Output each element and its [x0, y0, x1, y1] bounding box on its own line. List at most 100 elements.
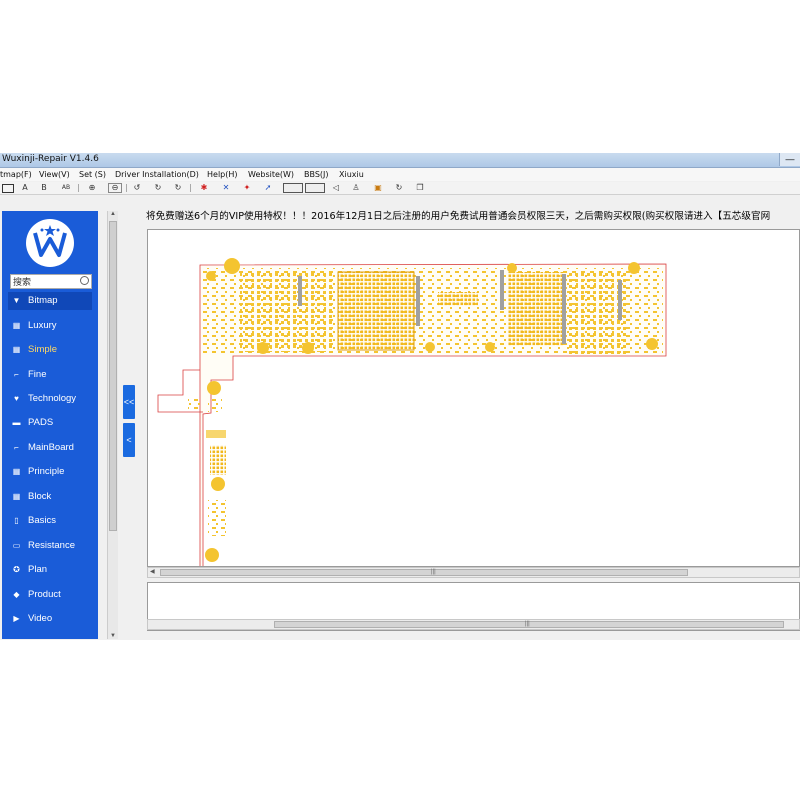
grid-icon: ▦ — [12, 321, 21, 330]
menu-help[interactable]: Help(H) — [207, 170, 238, 179]
bracket-icon: ⌐ — [14, 443, 19, 452]
heart-icon: ♥ — [14, 394, 19, 403]
app-logo — [26, 219, 74, 267]
bitmap-canvas[interactable] — [147, 229, 800, 567]
pin-icon[interactable]: ✱ — [198, 183, 210, 193]
copy-icon[interactable]: ❐ — [414, 183, 426, 193]
cube-icon: ◆ — [13, 590, 20, 599]
reload-icon[interactable]: ↻ — [393, 183, 405, 193]
menu-bar: tmap(F) View(V) Set (S) Driver Installat… — [0, 168, 800, 181]
sidebar-item-simple[interactable]: ▦ Simple — [8, 341, 92, 359]
grip-icon: ||| — [431, 569, 436, 575]
rotate-right-icon[interactable]: ↻ — [152, 183, 164, 193]
toolbar: A B AB ⊕ ⊖ ↺ ↻ ↻ ✱ ✕ ✦ ➚ ◁ ♙ ▣ ↻ ❐ — [0, 182, 800, 195]
scrollbar-thumb[interactable]: ||| — [160, 569, 688, 576]
view-toggle-2[interactable] — [305, 183, 325, 193]
phone-icon: ▯ — [14, 516, 19, 525]
search-placeholder: 搜索 — [13, 278, 32, 288]
grid-icon: ▦ — [12, 345, 21, 354]
sidebar-item-label: Block — [28, 491, 52, 502]
sidebar-item-pads[interactable]: ▬ PADS — [8, 414, 92, 432]
menu-xiuxiu[interactable]: Xiuxiu — [339, 170, 364, 179]
sidebar-item-technology[interactable]: ♥ Technology — [8, 390, 92, 408]
cross-icon[interactable]: ✕ — [220, 183, 232, 193]
zoom-out-icon[interactable]: ⊖ — [108, 183, 122, 193]
canvas-horizontal-scrollbar[interactable]: ◀ ||| — [147, 567, 800, 578]
menu-bitmap[interactable]: tmap(F) — [0, 170, 32, 179]
toolbar-separator — [78, 184, 79, 192]
vip-notice: 将免费赠送6个月的VIP使用特权！！！2016年12月1日之后注册的用户免费试用… — [146, 211, 771, 222]
search-icon[interactable] — [80, 276, 89, 285]
collapse-sidebar-button[interactable]: << — [123, 385, 135, 419]
sidebar-item-label: Resistance — [28, 540, 75, 551]
output-horizontal-scrollbar[interactable]: ||| — [147, 619, 800, 630]
text-a-button[interactable]: A — [19, 183, 31, 193]
ab-button[interactable]: AB — [60, 183, 72, 193]
zoom-in-icon[interactable]: ⊕ — [86, 183, 98, 193]
speaker-icon[interactable]: ◁ — [330, 183, 342, 193]
grid-icon: ▦ — [12, 492, 21, 501]
rectangle-icon: ▭ — [12, 541, 21, 550]
sidebar-item-label: Fine — [28, 369, 47, 380]
sidebar-search-input[interactable]: 搜索 — [10, 274, 92, 289]
sidebar-item-product[interactable]: ◆ Product — [8, 586, 92, 604]
sidebar-item-label: Luxury — [28, 320, 57, 331]
sidebar-item-label: Plan — [28, 564, 48, 575]
sidebar-item-video[interactable]: ▶ Video — [8, 610, 92, 628]
sidebar-item-basics[interactable]: ▯ Basics — [8, 512, 92, 530]
marker-icon[interactable]: ✦ — [241, 183, 253, 193]
scroll-down-icon[interactable]: ▼ — [108, 633, 118, 639]
sidebar: 搜索 ▼ Bitmap ▦ Luxury ▦ Simple ⌐ Fine ♥ T… — [2, 211, 98, 639]
circuit-board-drawing — [157, 258, 667, 566]
sidebar-item-mainboard[interactable]: ⌐ MainBoard — [8, 439, 92, 457]
sidebar-item-label: PADS — [28, 417, 54, 428]
sidebar-item-resistance[interactable]: ▭ Resistance — [8, 537, 92, 555]
sidebar-scrollbar[interactable]: ▲ ▼ — [107, 211, 118, 639]
scrollbar-thumb[interactable] — [109, 221, 117, 531]
view-toggle-1[interactable] — [283, 183, 303, 193]
menu-bbs[interactable]: BBS(J) — [304, 170, 329, 179]
scroll-up-icon[interactable]: ▲ — [108, 211, 118, 217]
chat-icon: ▬ — [12, 418, 21, 427]
sidebar-item-label: Product — [28, 589, 61, 600]
sidebar-item-label: Basics — [28, 515, 56, 526]
collapse-panel-button[interactable]: < — [123, 423, 135, 457]
sidebar-item-block[interactable]: ▦ Block — [8, 488, 92, 506]
app-window: Wuxinji-Repair V1.4.6 — tmap(F) View(V) … — [0, 153, 800, 640]
sidebar-item-luxury[interactable]: ▦ Luxury — [8, 317, 92, 335]
sidebar-item-bitmap[interactable]: ▼ Bitmap — [8, 292, 92, 310]
menu-set[interactable]: Set (S) — [79, 170, 106, 179]
menu-website[interactable]: Website(W) — [248, 170, 294, 179]
bold-b-button[interactable]: B — [38, 183, 50, 193]
title-bar: Wuxinji-Repair V1.4.6 — — [0, 153, 800, 168]
sidebar-item-label: MainBoard — [28, 442, 74, 453]
sidebar-item-label: Simple — [28, 344, 58, 355]
sidebar-item-label: Technology — [28, 393, 77, 404]
rotate-left-icon[interactable]: ↺ — [131, 183, 143, 193]
toolbar-separator — [126, 184, 127, 192]
logo-w-icon — [28, 221, 72, 265]
scroll-left-icon[interactable]: ◀ — [150, 568, 155, 575]
sidebar-item-label: Principle — [28, 466, 65, 477]
user-icon[interactable]: ♙ — [350, 183, 362, 193]
window-title: Wuxinji-Repair V1.4.6 — [2, 154, 99, 164]
menu-view[interactable]: View(V) — [39, 170, 70, 179]
compass-icon: ✪ — [13, 565, 20, 574]
document-icon[interactable]: ▣ — [372, 183, 384, 193]
sidebar-item-principle[interactable]: ▦ Principle — [8, 463, 92, 481]
scrollbar-thumb[interactable]: ||| — [274, 621, 784, 628]
video-icon: ▶ — [13, 614, 20, 623]
menu-driver-installation[interactable]: Driver Installation(D) — [115, 170, 199, 179]
refresh-icon[interactable]: ↻ — [172, 183, 184, 193]
toolbar-separator — [190, 184, 191, 192]
arrow-icon[interactable]: ➚ — [262, 183, 274, 193]
grid-icon: ▦ — [12, 467, 21, 476]
minimize-button[interactable]: — — [779, 153, 800, 166]
frame-icon[interactable] — [2, 184, 14, 193]
sidebar-item-label: Bitmap — [28, 295, 58, 306]
sidebar-item-fine[interactable]: ⌐ Fine — [8, 366, 92, 384]
bracket-icon: ⌐ — [14, 370, 19, 379]
sidebar-item-label: Video — [28, 613, 53, 624]
grip-icon: ||| — [525, 621, 530, 627]
sidebar-item-plan[interactable]: ✪ Plan — [8, 561, 92, 579]
